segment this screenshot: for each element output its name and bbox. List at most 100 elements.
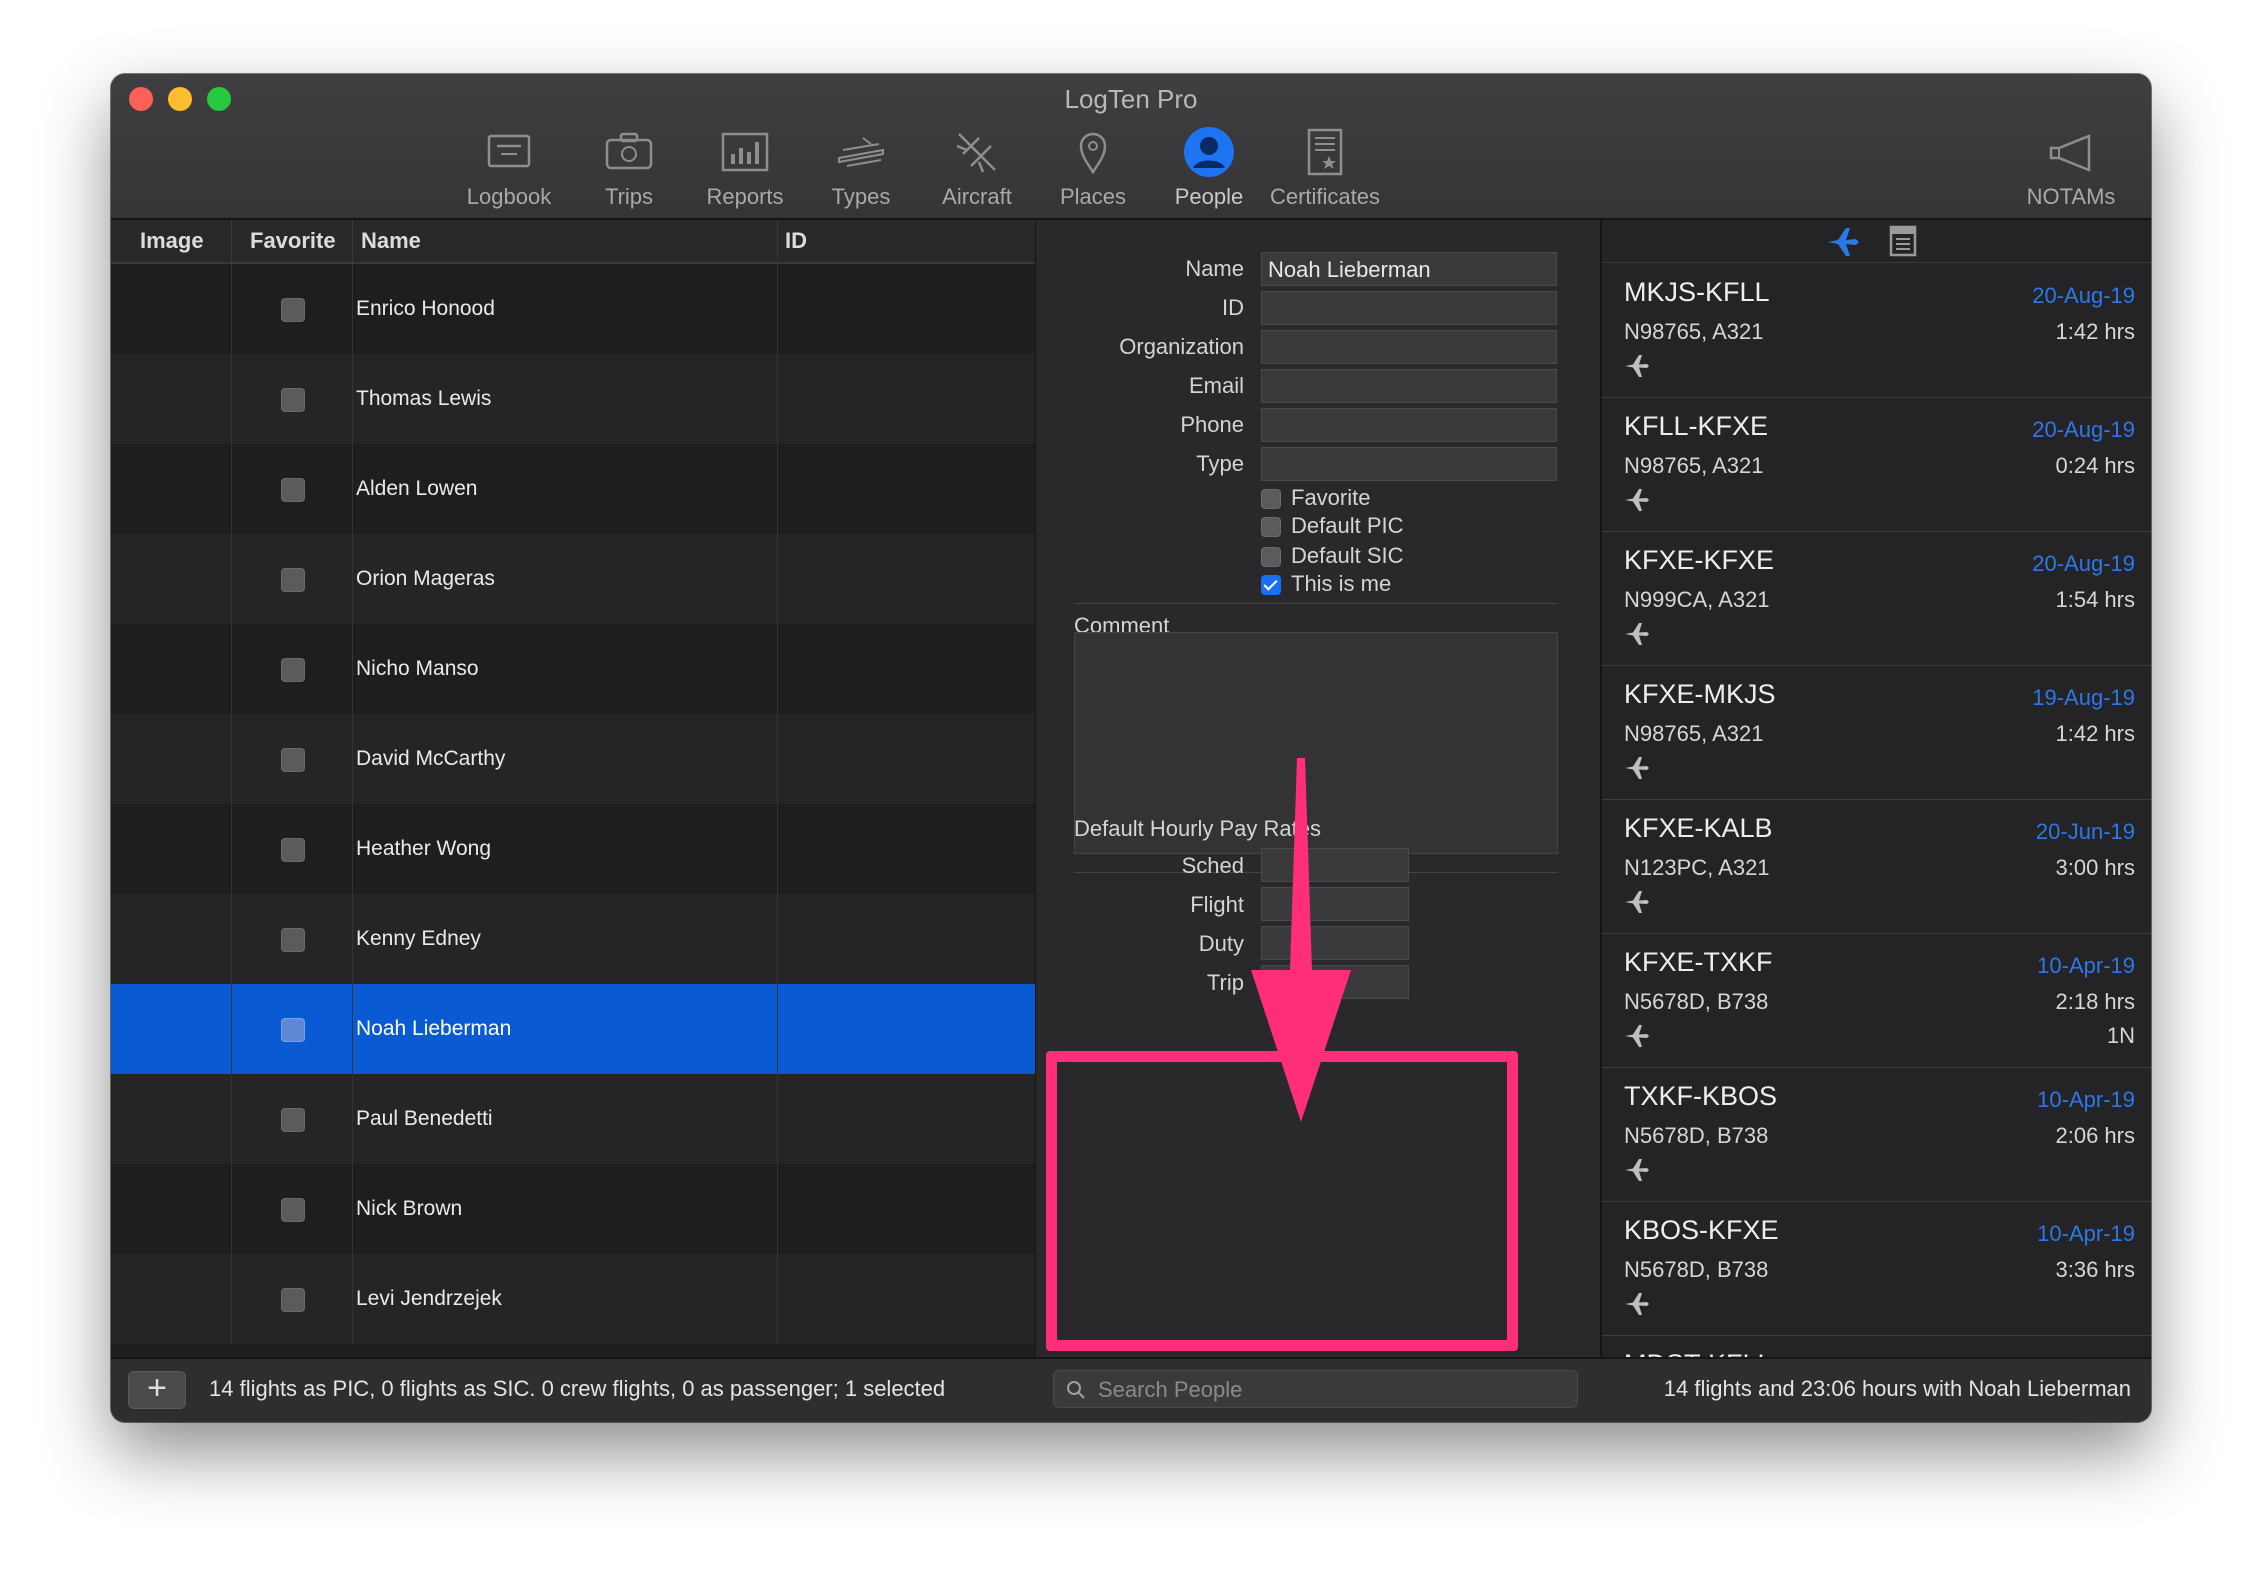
column-divider [777, 1164, 778, 1254]
favorite-checkbox[interactable] [281, 1198, 305, 1222]
divider [1074, 603, 1558, 604]
type-field[interactable] [1261, 447, 1557, 481]
toolbar-trips[interactable]: Trips [564, 124, 694, 214]
search-field[interactable] [1053, 1370, 1578, 1409]
this-is-me-checkbox-row[interactable]: This is me [1261, 571, 1391, 597]
column-divider [231, 1164, 232, 1254]
search-input[interactable] [1096, 1371, 1570, 1409]
add-person-button[interactable]: + [128, 1371, 186, 1409]
flight-item[interactable]: TXKF-KBOS 10-Apr-19 N5678D, B738 2:06 hrs [1602, 1067, 2151, 1202]
column-divider [231, 804, 232, 894]
id-field[interactable] [1261, 291, 1557, 325]
column-divider [777, 1074, 778, 1164]
flight-hours: 1:42 hrs [2055, 721, 2136, 746]
column-divider [231, 444, 232, 534]
toolbar-aircraft[interactable]: Aircraft [912, 124, 1042, 214]
favorite-checkbox[interactable] [1261, 489, 1281, 509]
favorite-checkbox[interactable] [281, 1108, 305, 1132]
column-header-name[interactable]: Name [361, 228, 421, 254]
default-sic-checkbox-label: Default SIC [1291, 543, 1404, 568]
megaphone-icon [2049, 134, 2091, 172]
flight-hours: 3:00 hrs [2055, 855, 2136, 880]
column-divider [777, 984, 778, 1074]
favorite-checkbox[interactable] [281, 1288, 305, 1312]
person-name: Noah Lieberman [356, 1017, 512, 1040]
toolbar-notams[interactable]: NOTAMs [2006, 124, 2136, 214]
flight-route: KFXE-TXKF [1624, 947, 1773, 977]
table-row[interactable]: Alden Lowen [111, 444, 1035, 534]
table-row[interactable]: Nicho Manso [111, 624, 1035, 714]
email-field[interactable] [1261, 369, 1557, 403]
reports-icon [721, 132, 769, 172]
favorite-checkbox[interactable] [281, 298, 305, 322]
phone-field[interactable] [1261, 408, 1557, 442]
favorite-checkbox[interactable] [281, 748, 305, 772]
flight-date: 19-Aug-19 [2032, 685, 2135, 710]
table-row[interactable]: David McCarthy [111, 714, 1035, 804]
flight-hours: 1:54 hrs [2055, 587, 2136, 612]
favorite-checkbox-row[interactable]: Favorite [1261, 485, 1370, 511]
toolbar-reports[interactable]: Reports [680, 124, 810, 214]
flight-aircraft: N999CA, A321 [1624, 587, 1770, 612]
column-divider[interactable] [777, 220, 778, 262]
default-pic-checkbox-row[interactable]: Default PIC [1261, 513, 1404, 539]
toolbar-trips-label: Trips [604, 184, 654, 209]
toolbar: LogTen Pro Logbook Trips Reports Types A… [111, 74, 2151, 220]
person-name: David McCarthy [356, 747, 506, 770]
flight-item[interactable]: MKJS-KFLL 20-Aug-19 N98765, A321 1:42 hrs [1602, 263, 2151, 398]
favorite-checkbox[interactable] [281, 658, 305, 682]
this-is-me-checkbox[interactable] [1261, 575, 1281, 595]
toolbar-people[interactable]: People [1144, 124, 1274, 214]
favorite-checkbox[interactable] [281, 1018, 305, 1042]
table-row[interactable]: Kenny Edney [111, 894, 1035, 984]
name-field[interactable]: Noah Lieberman [1261, 252, 1557, 286]
people-list: Image Favorite Name ID Enrico Honood Thom… [111, 220, 1035, 1357]
table-row[interactable]: Enrico Honood [111, 264, 1035, 354]
favorite-checkbox[interactable] [281, 928, 305, 952]
favorite-checkbox[interactable] [281, 838, 305, 862]
table-row[interactable]: Heather Wong [111, 804, 1035, 894]
toolbar-places[interactable]: Places [1028, 124, 1158, 214]
flight-item[interactable]: KFXE-KFXE 20-Aug-19 N999CA, A321 1:54 hrs [1602, 531, 2151, 666]
aircraft-icon [956, 133, 996, 173]
column-header-favorite[interactable]: Favorite [250, 228, 336, 254]
column-header-image[interactable]: Image [140, 228, 204, 254]
person-name: Alden Lowen [356, 477, 478, 500]
person-name: Orion Mageras [356, 567, 495, 590]
flight-date: 20-Jun-19 [2035, 819, 2135, 844]
column-divider [352, 354, 353, 444]
default-sic-checkbox-row[interactable]: Default SIC [1261, 543, 1404, 569]
table-row[interactable]: Thomas Lewis [111, 354, 1035, 444]
flight-item[interactable]: MDST-KFLL09-Apr-19 [1602, 1335, 2151, 1357]
default-pic-checkbox[interactable] [1261, 517, 1281, 537]
column-header-id[interactable]: ID [785, 228, 807, 254]
favorite-checkbox[interactable] [281, 388, 305, 412]
default-sic-checkbox[interactable] [1261, 547, 1281, 567]
column-divider [777, 894, 778, 984]
table-row[interactable]: Levi Jendrzejek [111, 1254, 1035, 1344]
toolbar-certificates[interactable]: Certificates [1260, 124, 1390, 214]
table-row[interactable]: Nick Brown [111, 1164, 1035, 1254]
toolbar-reports-label: Reports [706, 184, 784, 209]
toolbar-logbook[interactable]: Logbook [444, 124, 574, 214]
toolbar-types[interactable]: Types [796, 124, 926, 214]
airplane-icon[interactable] [1826, 226, 1860, 258]
table-row[interactable]: Noah Lieberman [111, 984, 1035, 1074]
organization-field[interactable] [1261, 330, 1557, 364]
column-divider[interactable] [231, 220, 232, 262]
flight-item[interactable]: KFXE-KALB 20-Jun-19 N123PC, A321 3:00 hrs [1602, 799, 2151, 934]
flight-route: KBOS-KFXE [1624, 1215, 1779, 1245]
places-icon [1079, 132, 1107, 175]
favorite-checkbox[interactable] [281, 478, 305, 502]
flight-item[interactable]: KFLL-KFXE 20-Aug-19 N98765, A321 0:24 hrs [1602, 397, 2151, 532]
column-divider[interactable] [352, 220, 353, 262]
table-row[interactable]: Paul Benedetti [111, 1074, 1035, 1164]
flight-item[interactable]: KFXE-MKJS 19-Aug-19 N98765, A321 1:42 hrs [1602, 665, 2151, 800]
flight-item[interactable]: KFXE-TXKF 10-Apr-19 N5678D, B738 2:18 hrs 1N [1602, 933, 2151, 1068]
report-icon[interactable] [1888, 224, 1918, 258]
flight-item[interactable]: KBOS-KFXE 10-Apr-19 N5678D, B738 3:36 hrs [1602, 1201, 2151, 1336]
table-row[interactable]: Orion Mageras [111, 534, 1035, 624]
organization-label: Organization [1119, 334, 1244, 359]
column-divider [231, 354, 232, 444]
favorite-checkbox[interactable] [281, 568, 305, 592]
